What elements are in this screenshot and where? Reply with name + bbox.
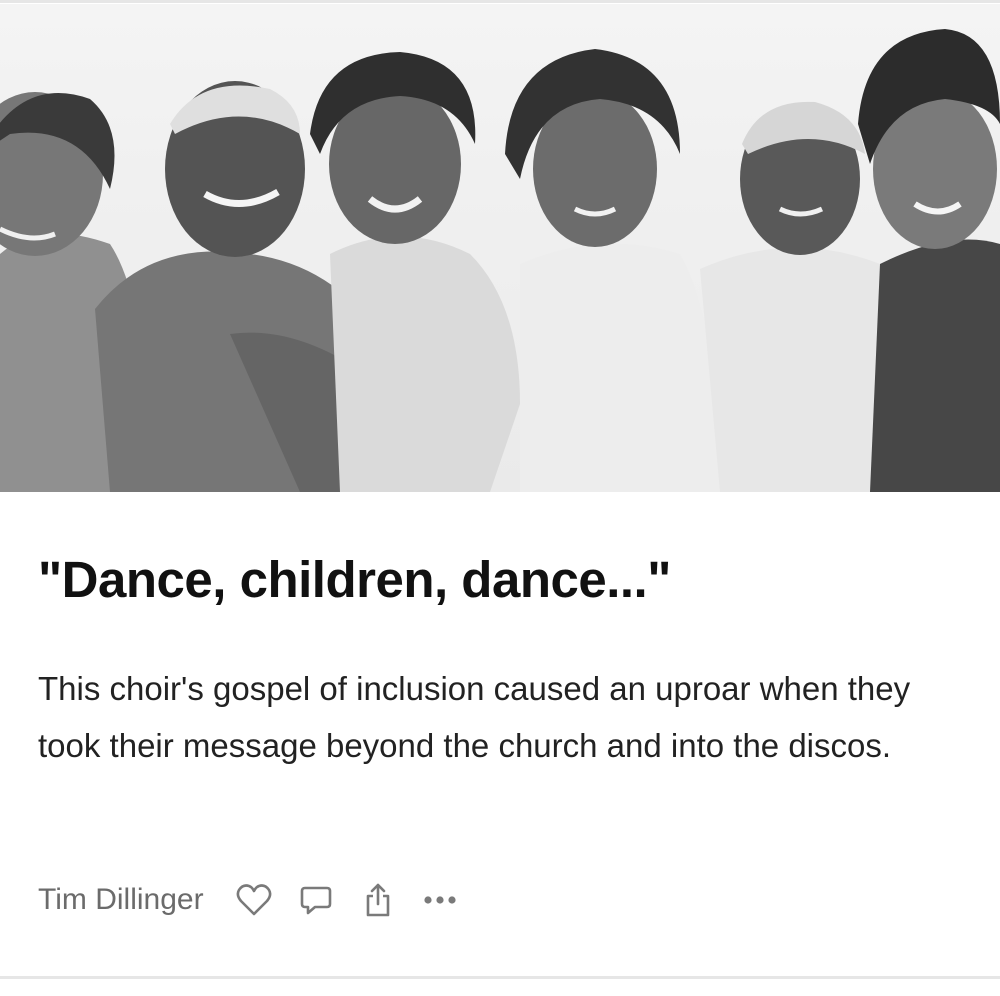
author-name[interactable]: Tim Dillinger [38,883,204,917]
top-divider [0,0,1000,3]
more-icon[interactable] [418,878,462,922]
hero-image[interactable] [0,4,1000,492]
share-icon[interactable] [356,878,400,922]
post-title[interactable]: "Dance, children, dance..." [38,548,978,612]
comment-icon[interactable] [294,878,338,922]
post-subtitle: This choir's gospel of inclusion caused … [38,670,911,764]
post-card[interactable]: "Dance, children, dance..." This choir's… [0,0,1000,996]
post-meta-bar: Tim Dillinger [38,872,480,928]
bottom-divider [0,976,1000,979]
heart-icon[interactable] [232,878,276,922]
